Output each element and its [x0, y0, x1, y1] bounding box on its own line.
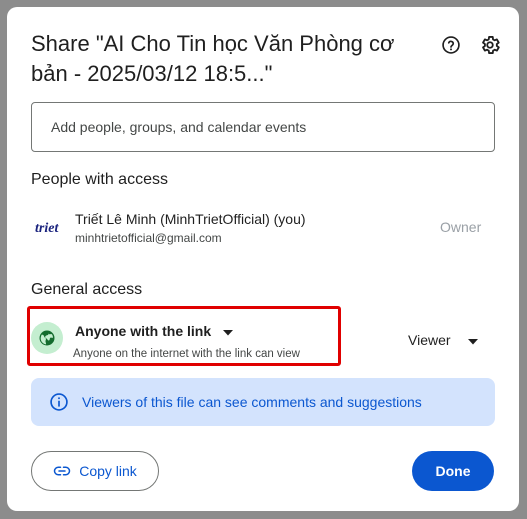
help-circle-icon[interactable]	[439, 33, 463, 57]
general-access-heading: General access	[31, 281, 143, 298]
copy-link-button[interactable]: Copy link	[31, 451, 159, 491]
caret-down-icon	[467, 332, 478, 348]
done-button[interactable]: Done	[412, 451, 494, 491]
avatar: triet	[35, 221, 59, 236]
person-email: minhtrietofficial@gmail.com	[75, 231, 222, 245]
people-with-access-heading: People with access	[31, 171, 168, 188]
role-value: Viewer	[408, 332, 451, 348]
gear-icon[interactable]	[478, 33, 502, 57]
info-icon	[50, 393, 68, 411]
info-banner: Viewers of this file can see comments an…	[31, 378, 495, 426]
link-icon	[53, 462, 71, 480]
info-banner-text: Viewers of this file can see comments an…	[82, 394, 422, 410]
add-people-input[interactable]	[31, 102, 495, 152]
avatar-logo-text: triet	[35, 221, 59, 236]
share-dialog: Share "AI Cho Tin học Văn Phòng cơ bản -…	[7, 7, 519, 511]
dialog-title: Share "AI Cho Tin học Văn Phòng cơ bản -…	[31, 31, 395, 86]
highlight-box	[27, 306, 341, 366]
copy-link-label: Copy link	[79, 463, 137, 479]
person-name: Triết Lê Minh (MinhTrietOfficial) (you)	[75, 211, 306, 227]
role-dropdown[interactable]: Viewer	[408, 332, 478, 348]
owner-role-label: Owner	[440, 219, 482, 235]
